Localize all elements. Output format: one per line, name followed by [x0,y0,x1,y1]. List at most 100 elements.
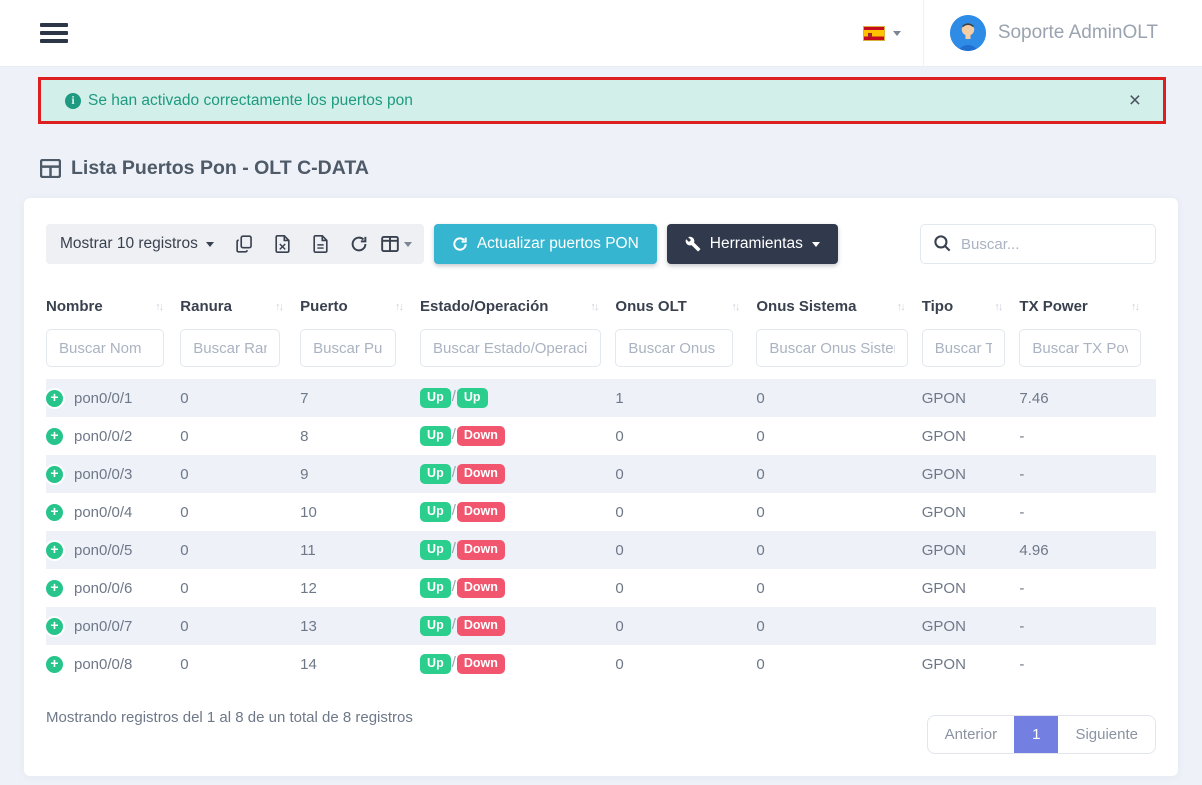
badge-separator: / [452,464,456,481]
pagination-page-1[interactable]: 1 [1014,716,1058,753]
cell-tx-power: 7.46 [1019,379,1156,417]
filter-input-tipo[interactable] [922,329,1006,367]
tools-dropdown-button[interactable]: Herramientas [667,224,838,264]
cell-tx-power: - [1019,417,1156,455]
column-header-ranura[interactable]: Ranura ↑↓ [180,290,300,325]
cell-tipo: GPON [922,569,1020,607]
cell-tx-power: 4.96 [1019,531,1156,569]
expand-row-icon[interactable]: + [46,542,63,559]
excel-file-icon[interactable] [266,227,300,261]
cell-puerto: 8 [300,417,420,455]
user-name: Soporte AdminOLT [998,22,1158,44]
expand-row-icon[interactable]: + [46,466,63,483]
column-header-puerto[interactable]: Puerto ↑↓ [300,290,420,325]
cell-tipo: GPON [922,379,1020,417]
cell-ranura: 0 [180,645,300,683]
estado-badge: Up [420,578,451,598]
expand-row-icon[interactable]: + [46,580,63,597]
file-icon[interactable] [304,227,338,261]
column-header-nombre[interactable]: Nombre↑↓ [46,290,180,325]
search-input[interactable] [920,224,1156,264]
cell-estado-operacion: Up/Down [420,531,615,569]
cell-estado-operacion: Up/Down [420,417,615,455]
column-header-onusolt[interactable]: Onus OLT ↑↓ [615,290,756,325]
update-pon-ports-button[interactable]: Actualizar puertos PON [434,224,657,264]
filter-input-ranura[interactable] [180,329,280,367]
cell-onus-sistema: 0 [756,531,921,569]
cell-onus-sistema: 0 [756,455,921,493]
filter-input-nombre[interactable] [46,329,164,367]
operacion-badge: Down [457,540,505,560]
show-records-dropdown[interactable]: Mostrar 10 registros [58,235,224,253]
badge-separator: / [452,502,456,519]
search-icon [933,234,952,253]
avatar [950,15,986,51]
header-row: Nombre↑↓Ranura↑↓Puerto↑↓Estado/Operación… [46,290,1156,325]
expand-row-icon[interactable]: + [46,656,63,673]
table-icon [40,159,61,178]
sort-icon[interactable]: ↑↓ [275,301,282,313]
sort-icon[interactable]: ↑↓ [897,301,904,313]
cell-onus-olt: 1 [615,379,756,417]
column-label: Onus OLT [615,298,686,315]
column-header-tipo[interactable]: Tipo↑↓ [922,290,1020,325]
close-icon[interactable]: × [1129,90,1141,111]
sort-icon[interactable]: ↑↓ [731,301,738,313]
cell-tipo: GPON [922,645,1020,683]
sort-icon[interactable]: ↑↓ [590,301,597,313]
cell-estado-operacion: Up/Down [420,607,615,645]
cell-onus-sistema: 0 [756,379,921,417]
column-label: Ranura [180,298,232,315]
columns-icon[interactable] [380,227,414,261]
column-header-estado[interactable]: Estado/Operación↑↓ [420,290,615,325]
copy-icon[interactable] [228,227,262,261]
user-menu[interactable]: Soporte AdminOLT [924,15,1182,51]
alert-message: Se han activado correctamente los puerto… [88,92,413,110]
cell-onus-olt: 0 [615,455,756,493]
language-dropdown[interactable] [841,26,923,41]
cell-tx-power: - [1019,493,1156,531]
expand-row-icon[interactable]: + [46,428,63,445]
table-row: +pon0/0/309Up/Down00GPON- [46,455,1156,493]
port-name: pon0/0/4 [74,504,132,521]
port-name: pon0/0/8 [74,656,132,673]
cell-tipo: GPON [922,607,1020,645]
chevron-down-icon [812,242,820,247]
sort-icon[interactable]: ↑↓ [155,301,162,313]
pagination-next[interactable]: Siguiente [1058,716,1155,753]
table-row: +pon0/0/5011Up/Down00GPON4.96 [46,531,1156,569]
filter-input-onussis[interactable] [756,329,907,367]
estado-badge: Up [420,654,451,674]
expand-row-icon[interactable]: + [46,618,63,635]
table-row: +pon0/0/6012Up/Down00GPON- [46,569,1156,607]
records-info: Mostrando registros del 1 al 8 de un tot… [46,705,413,726]
column-header-onussis[interactable]: Onus Sistema↑↓ [756,290,921,325]
show-records-label: Mostrar 10 registros [60,235,198,253]
filter-input-tx[interactable] [1019,329,1141,367]
page-title: Lista Puertos Pon - OLT C-DATA [71,157,369,180]
sort-icon[interactable]: ↑↓ [1131,301,1138,313]
cell-puerto: 14 [300,645,420,683]
hamburger-menu-icon[interactable] [40,19,68,47]
sort-icon[interactable]: ↑↓ [395,301,402,313]
cell-puerto: 10 [300,493,420,531]
cell-tx-power: - [1019,607,1156,645]
expand-row-icon[interactable]: + [46,504,63,521]
cell-estado-operacion: Up/Down [420,455,615,493]
table-row: +pon0/0/107Up/Up10GPON7.46 [46,379,1156,417]
column-header-tx[interactable]: TX Power↑↓ [1019,290,1156,325]
expand-row-icon[interactable]: + [46,390,63,407]
column-label: Puerto [300,298,348,315]
filter-input-puerto[interactable] [300,329,396,367]
table-row: +pon0/0/208Up/Down00GPON- [46,417,1156,455]
refresh-icon[interactable] [342,227,376,261]
top-navbar: Soporte AdminOLT [0,0,1202,67]
success-alert: i Se han activado correctamente los puer… [38,77,1166,124]
filter-input-onusolt[interactable] [615,329,733,367]
pagination-prev[interactable]: Anterior [928,716,1015,753]
estado-badge: Up [420,540,451,560]
sort-icon[interactable]: ↑↓ [994,301,1001,313]
filter-input-estado[interactable] [420,329,601,367]
cell-tipo: GPON [922,493,1020,531]
estado-badge: Up [420,426,451,446]
